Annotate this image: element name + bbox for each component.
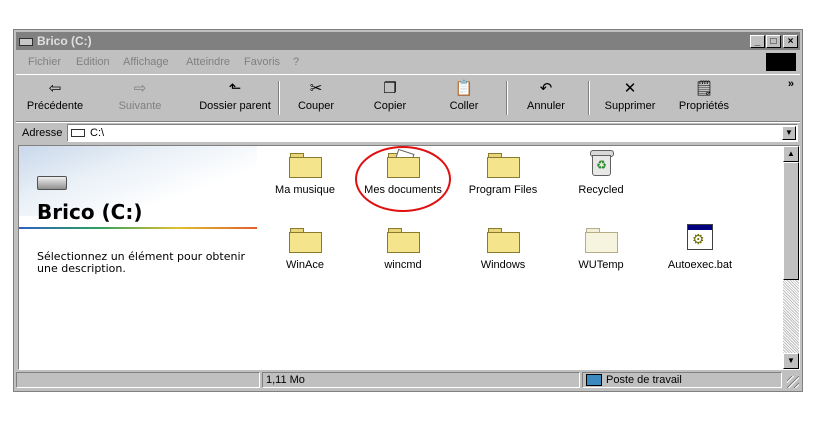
forward-button[interactable]: ⇨ Suivante	[110, 77, 170, 117]
paste-button[interactable]: 📋 Coller	[438, 77, 490, 117]
cut-label: Couper	[297, 100, 335, 112]
explorer-window: Brico (C:) _ □ × Fichier Edition Afficha…	[13, 29, 803, 392]
copy-label: Copier	[373, 100, 407, 112]
zone-label: Poste de travail	[606, 374, 682, 386]
toolbar-separator	[278, 81, 280, 115]
scissors-icon: ✂	[309, 80, 323, 97]
window-title: Brico (C:)	[37, 34, 92, 48]
paste-label: Coller	[449, 100, 479, 112]
selection-description: Sélectionnez un élément pour obtenir une…	[37, 250, 246, 275]
scroll-thumb[interactable]	[783, 162, 799, 280]
delete-x-icon: ✕	[623, 80, 637, 97]
properties-icon: 🗒	[694, 80, 714, 97]
toolbar: ⇦ Précédente ⇨ Suivante ⬑ Dossier parent…	[16, 74, 800, 122]
highlight-circle	[355, 146, 451, 212]
file-label: Recycled	[578, 184, 624, 196]
file-item-ma-musique[interactable]: Ma musique	[260, 151, 350, 207]
up-folder-icon: ⬑	[228, 80, 242, 97]
status-panel-size: 1,11 Mo	[262, 372, 580, 388]
status-panel-zone: Poste de travail	[582, 372, 782, 388]
undo-icon: ↶	[539, 80, 553, 97]
folder-icon	[585, 226, 618, 253]
menu-atteindre[interactable]: Atteindre	[186, 56, 230, 68]
undo-button[interactable]: ↶ Annuler	[518, 77, 574, 117]
folder-icon	[487, 226, 520, 253]
scroll-up-button[interactable]: ▲	[783, 146, 799, 162]
address-label: Adresse	[22, 127, 63, 139]
web-view-pane: Brico (C:) Sélectionnez un élément pour …	[19, 146, 257, 366]
properties-button[interactable]: 🗒 Propriétés	[672, 77, 736, 117]
back-label: Précédente	[26, 100, 84, 112]
file-label: WUTemp	[578, 259, 624, 271]
minimize-button[interactable]: _	[750, 35, 765, 48]
file-label: Program Files	[468, 184, 538, 196]
folder-icon	[289, 151, 322, 178]
forward-arrow-icon: ⇨	[133, 80, 147, 97]
scroll-down-button[interactable]: ▼	[783, 353, 799, 369]
parent-folder-label: Dossier parent	[199, 100, 271, 112]
status-bar: 1,11 Mo Poste de travail	[16, 371, 800, 389]
windows-logo-icon	[766, 53, 796, 71]
copy-icon: ❐	[383, 80, 397, 97]
drive-title: Brico (C:)	[37, 200, 143, 224]
menu-affichage[interactable]: Affichage	[123, 56, 169, 68]
address-input[interactable]: C:\ ▼	[67, 124, 798, 142]
cut-button[interactable]: ✂ Couper	[288, 77, 344, 117]
vertical-scrollbar[interactable]: ▲ ▼	[783, 146, 799, 369]
folder-icon	[289, 226, 322, 253]
file-label: Windows	[480, 259, 526, 271]
scroll-track[interactable]	[783, 280, 799, 353]
parent-folder-button[interactable]: ⬑ Dossier parent	[198, 77, 272, 117]
status-panel-info	[16, 372, 260, 388]
file-item-windows[interactable]: Windows	[458, 226, 548, 282]
drive-icon	[19, 38, 33, 46]
toolbar-more-chevron-icon[interactable]: »	[788, 78, 794, 90]
batch-file-icon: ⚙	[687, 224, 713, 250]
back-button[interactable]: ⇦ Précédente	[24, 77, 86, 117]
file-label: Autoexec.bat	[667, 259, 733, 271]
delete-button[interactable]: ✕ Supprimer	[598, 77, 662, 117]
menu-fichier[interactable]: Fichier	[28, 56, 61, 68]
menu-help[interactable]: ?	[293, 56, 299, 68]
menu-bar: Fichier Edition Affichage Atteindre Favo…	[16, 52, 800, 72]
file-item-recycled[interactable]: ♻ Recycled	[556, 149, 646, 205]
folder-icon	[487, 151, 520, 178]
menu-edition[interactable]: Edition	[76, 56, 110, 68]
folder-view[interactable]: Brico (C:) Sélectionnez un élément pour …	[18, 145, 800, 370]
copy-button[interactable]: ❐ Copier	[364, 77, 416, 117]
maximize-button[interactable]: □	[766, 35, 781, 48]
hard-drive-icon	[37, 176, 67, 190]
resize-grip[interactable]	[787, 376, 799, 388]
address-bar: Adresse C:\ ▼	[16, 122, 800, 143]
close-button[interactable]: ×	[783, 35, 798, 48]
file-label: WinAce	[286, 259, 324, 271]
menu-favoris[interactable]: Favoris	[244, 56, 280, 68]
file-item-wincmd[interactable]: wincmd	[358, 226, 448, 282]
file-label: wincmd	[384, 259, 422, 271]
drive-icon	[71, 129, 85, 137]
file-item-wutemp[interactable]: WUTemp	[556, 226, 646, 282]
file-item-program-files[interactable]: Program Files	[458, 151, 548, 207]
recycle-bin-icon: ♻	[588, 149, 614, 176]
file-item-winace[interactable]: WinAce	[260, 226, 350, 282]
address-dropdown-button[interactable]: ▼	[782, 126, 796, 140]
file-label: Ma musique	[275, 184, 335, 196]
undo-label: Annuler	[527, 100, 565, 112]
title-bar[interactable]: Brico (C:) _ □ ×	[16, 32, 800, 50]
computer-icon	[586, 374, 602, 387]
back-arrow-icon: ⇦	[48, 80, 62, 97]
properties-label: Propriétés	[678, 100, 730, 112]
file-item-autoexec-bat[interactable]: ⚙ Autoexec.bat	[655, 224, 745, 280]
toolbar-separator	[506, 81, 508, 115]
divider	[19, 227, 257, 229]
delete-label: Supprimer	[604, 100, 656, 112]
toolbar-separator	[588, 81, 590, 115]
paste-icon: 📋	[454, 80, 474, 97]
address-value[interactable]: C:\	[90, 127, 104, 139]
folder-icon	[387, 226, 420, 253]
forward-label: Suivante	[118, 100, 162, 112]
